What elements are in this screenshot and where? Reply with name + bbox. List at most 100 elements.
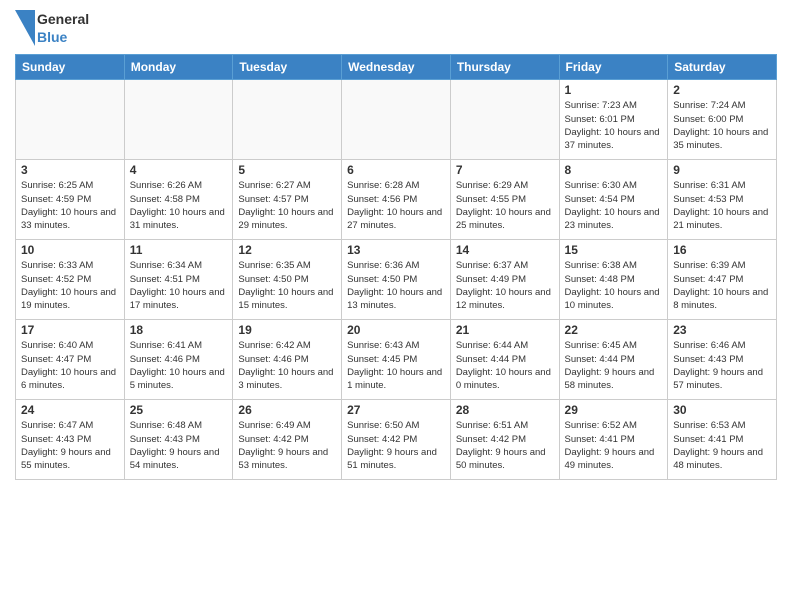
sun-info: Sunrise: 7:24 AM Sunset: 6:00 PM Dayligh… xyxy=(673,99,771,152)
sun-info: Sunrise: 6:36 AM Sunset: 4:50 PM Dayligh… xyxy=(347,259,445,312)
day-number: 20 xyxy=(347,323,445,337)
sun-info: Sunrise: 6:38 AM Sunset: 4:48 PM Dayligh… xyxy=(565,259,663,312)
sun-info: Sunrise: 6:30 AM Sunset: 4:54 PM Dayligh… xyxy=(565,179,663,232)
day-number: 10 xyxy=(21,243,119,257)
weekday-header-thursday: Thursday xyxy=(450,55,559,80)
day-number: 2 xyxy=(673,83,771,97)
logo-blue-text: Blue xyxy=(37,28,89,46)
sun-info: Sunrise: 6:52 AM Sunset: 4:41 PM Dayligh… xyxy=(565,419,663,472)
sun-info: Sunrise: 6:39 AM Sunset: 4:47 PM Dayligh… xyxy=(673,259,771,312)
calendar-cell: 11Sunrise: 6:34 AM Sunset: 4:51 PM Dayli… xyxy=(124,240,233,320)
calendar-week-1: 1 Sunrise: 7:23 AM Sunset: 6:01 PM Daylig… xyxy=(16,80,777,160)
sun-info: Sunrise: 6:53 AM Sunset: 4:41 PM Dayligh… xyxy=(673,419,771,472)
calendar-week-2: 3 Sunrise: 6:25 AM Sunset: 4:59 PM Daylig… xyxy=(16,160,777,240)
calendar-cell: 24Sunrise: 6:47 AM Sunset: 4:43 PM Dayli… xyxy=(16,400,125,480)
day-number: 28 xyxy=(456,403,554,417)
weekday-header-friday: Friday xyxy=(559,55,668,80)
calendar-cell: 26 Sunrise: 6:49 AM Sunset: 4:42 PM Dayli… xyxy=(233,400,342,480)
day-number: 6 xyxy=(347,163,445,177)
calendar-week-3: 10 Sunrise: 6:33 AM Sunset: 4:52 PM Dayli… xyxy=(16,240,777,320)
sun-info: Sunrise: 6:48 AM Sunset: 4:43 PM Dayligh… xyxy=(130,419,228,472)
day-number: 26 xyxy=(238,403,336,417)
day-number: 4 xyxy=(130,163,228,177)
sun-info: Sunrise: 6:34 AM Sunset: 4:51 PM Dayligh… xyxy=(130,259,228,312)
calendar-cell: 2 Sunrise: 7:24 AM Sunset: 6:00 PM Daylig… xyxy=(668,80,777,160)
day-number: 29 xyxy=(565,403,663,417)
weekday-header-row: SundayMondayTuesdayWednesdayThursdayFrid… xyxy=(16,55,777,80)
sun-info: Sunrise: 6:27 AM Sunset: 4:57 PM Dayligh… xyxy=(238,179,336,232)
sun-info: Sunrise: 6:49 AM Sunset: 4:42 PM Dayligh… xyxy=(238,419,336,472)
calendar-cell: 22 Sunrise: 6:45 AM Sunset: 4:44 PM Dayli… xyxy=(559,320,668,400)
calendar-table: SundayMondayTuesdayWednesdayThursdayFrid… xyxy=(15,54,777,480)
sun-info: Sunrise: 6:51 AM Sunset: 4:42 PM Dayligh… xyxy=(456,419,554,472)
calendar-cell: 12Sunrise: 6:35 AM Sunset: 4:50 PM Dayli… xyxy=(233,240,342,320)
calendar-cell: 3 Sunrise: 6:25 AM Sunset: 4:59 PM Daylig… xyxy=(16,160,125,240)
day-number: 23 xyxy=(673,323,771,337)
calendar-cell xyxy=(124,80,233,160)
calendar-cell: 6 Sunrise: 6:28 AM Sunset: 4:56 PM Daylig… xyxy=(342,160,451,240)
sun-info: Sunrise: 6:28 AM Sunset: 4:56 PM Dayligh… xyxy=(347,179,445,232)
calendar-cell: 19 Sunrise: 6:42 AM Sunset: 4:46 PM Dayli… xyxy=(233,320,342,400)
calendar-cell: 23 Sunrise: 6:46 AM Sunset: 4:43 PM Dayli… xyxy=(668,320,777,400)
calendar-cell: 5Sunrise: 6:27 AM Sunset: 4:57 PM Daylig… xyxy=(233,160,342,240)
day-number: 25 xyxy=(130,403,228,417)
calendar-week-5: 24Sunrise: 6:47 AM Sunset: 4:43 PM Dayli… xyxy=(16,400,777,480)
weekday-header-saturday: Saturday xyxy=(668,55,777,80)
sun-info: Sunrise: 6:33 AM Sunset: 4:52 PM Dayligh… xyxy=(21,259,119,312)
day-number: 3 xyxy=(21,163,119,177)
day-number: 17 xyxy=(21,323,119,337)
day-number: 30 xyxy=(673,403,771,417)
calendar-cell: 14 Sunrise: 6:37 AM Sunset: 4:49 PM Dayli… xyxy=(450,240,559,320)
calendar-cell: 7 Sunrise: 6:29 AM Sunset: 4:55 PM Daylig… xyxy=(450,160,559,240)
day-number: 7 xyxy=(456,163,554,177)
sun-info: Sunrise: 6:29 AM Sunset: 4:55 PM Dayligh… xyxy=(456,179,554,232)
sun-info: Sunrise: 6:43 AM Sunset: 4:45 PM Dayligh… xyxy=(347,339,445,392)
day-number: 18 xyxy=(130,323,228,337)
day-number: 19 xyxy=(238,323,336,337)
calendar-cell: 8Sunrise: 6:30 AM Sunset: 4:54 PM Daylig… xyxy=(559,160,668,240)
sun-info: Sunrise: 6:40 AM Sunset: 4:47 PM Dayligh… xyxy=(21,339,119,392)
day-number: 1 xyxy=(565,83,663,97)
weekday-header-wednesday: Wednesday xyxy=(342,55,451,80)
calendar-cell: 10 Sunrise: 6:33 AM Sunset: 4:52 PM Dayli… xyxy=(16,240,125,320)
calendar-cell: 28 Sunrise: 6:51 AM Sunset: 4:42 PM Dayli… xyxy=(450,400,559,480)
sun-info: Sunrise: 6:25 AM Sunset: 4:59 PM Dayligh… xyxy=(21,179,119,232)
calendar-cell: 16Sunrise: 6:39 AM Sunset: 4:47 PM Dayli… xyxy=(668,240,777,320)
sun-info: Sunrise: 6:50 AM Sunset: 4:42 PM Dayligh… xyxy=(347,419,445,472)
sun-info: Sunrise: 6:35 AM Sunset: 4:50 PM Dayligh… xyxy=(238,259,336,312)
day-number: 9 xyxy=(673,163,771,177)
sun-info: Sunrise: 6:45 AM Sunset: 4:44 PM Dayligh… xyxy=(565,339,663,392)
sun-info: Sunrise: 6:26 AM Sunset: 4:58 PM Dayligh… xyxy=(130,179,228,232)
calendar-cell: 30 Sunrise: 6:53 AM Sunset: 4:41 PM Dayli… xyxy=(668,400,777,480)
day-number: 13 xyxy=(347,243,445,257)
calendar-cell xyxy=(16,80,125,160)
calendar-cell: 25 Sunrise: 6:48 AM Sunset: 4:43 PM Dayli… xyxy=(124,400,233,480)
sun-info: Sunrise: 6:37 AM Sunset: 4:49 PM Dayligh… xyxy=(456,259,554,312)
sun-info: Sunrise: 7:23 AM Sunset: 6:01 PM Dayligh… xyxy=(565,99,663,152)
logo: GeneralBlue xyxy=(15,10,89,46)
calendar-cell: 27Sunrise: 6:50 AM Sunset: 4:42 PM Dayli… xyxy=(342,400,451,480)
calendar-cell: 17 Sunrise: 6:40 AM Sunset: 4:47 PM Dayli… xyxy=(16,320,125,400)
day-number: 14 xyxy=(456,243,554,257)
sun-info: Sunrise: 6:44 AM Sunset: 4:44 PM Dayligh… xyxy=(456,339,554,392)
day-number: 22 xyxy=(565,323,663,337)
calendar-cell: 21Sunrise: 6:44 AM Sunset: 4:44 PM Dayli… xyxy=(450,320,559,400)
sun-info: Sunrise: 6:46 AM Sunset: 4:43 PM Dayligh… xyxy=(673,339,771,392)
calendar-cell: 20 Sunrise: 6:43 AM Sunset: 4:45 PM Dayli… xyxy=(342,320,451,400)
logo-triangle-icon xyxy=(15,10,35,46)
day-number: 15 xyxy=(565,243,663,257)
calendar-week-4: 17 Sunrise: 6:40 AM Sunset: 4:47 PM Dayli… xyxy=(16,320,777,400)
weekday-header-monday: Monday xyxy=(124,55,233,80)
sun-info: Sunrise: 6:47 AM Sunset: 4:43 PM Dayligh… xyxy=(21,419,119,472)
logo: GeneralBlue xyxy=(15,10,89,46)
calendar-cell: 13 Sunrise: 6:36 AM Sunset: 4:50 PM Dayli… xyxy=(342,240,451,320)
logo-general-text: General xyxy=(37,10,89,28)
calendar-cell: 15 Sunrise: 6:38 AM Sunset: 4:48 PM Dayli… xyxy=(559,240,668,320)
calendar-cell: 4 Sunrise: 6:26 AM Sunset: 4:58 PM Daylig… xyxy=(124,160,233,240)
weekday-header-sunday: Sunday xyxy=(16,55,125,80)
calendar-cell xyxy=(450,80,559,160)
calendar-cell: 18 Sunrise: 6:41 AM Sunset: 4:46 PM Dayli… xyxy=(124,320,233,400)
header: GeneralBlue xyxy=(15,10,777,46)
sun-info: Sunrise: 6:41 AM Sunset: 4:46 PM Dayligh… xyxy=(130,339,228,392)
sun-info: Sunrise: 6:42 AM Sunset: 4:46 PM Dayligh… xyxy=(238,339,336,392)
